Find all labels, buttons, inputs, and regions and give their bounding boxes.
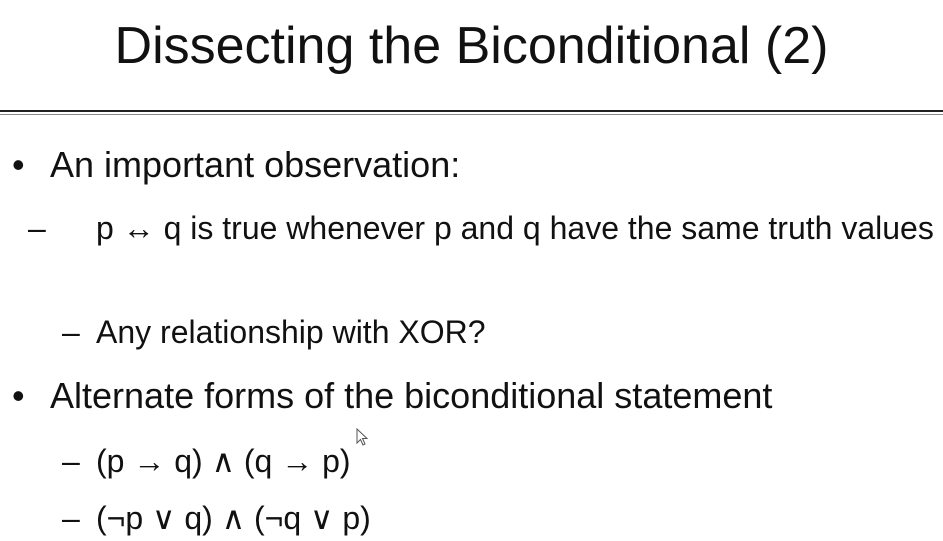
subitem-text: (¬p ∨ q) ∧ (¬q ∨ p) <box>96 500 371 536</box>
subitem-text: p ↔ q is true whenever p and q have the … <box>96 210 934 246</box>
slide-title: Dissecting the Biconditional (2) <box>114 17 829 75</box>
bullet-2-text: Alternate forms of the biconditional sta… <box>50 375 773 416</box>
bullet-1: • An important observation: <box>12 143 460 187</box>
bullet-2-subitem-1: – (p → q) ∧ (q → p) <box>62 438 351 484</box>
subitem-marker: – <box>62 314 80 350</box>
title-divider <box>0 110 943 112</box>
bullet-1-text: An important observation: <box>50 144 461 185</box>
title-divider-shadow <box>0 114 943 115</box>
bullet-2: • Alternate forms of the biconditional st… <box>12 374 772 418</box>
mouse-pointer-icon <box>356 428 368 446</box>
subitem-marker: – <box>28 210 46 246</box>
subitem-marker: – <box>62 443 80 479</box>
subitem-marker: – <box>62 500 80 536</box>
bullet-1-subitem-1: – p ↔ q is true whenever p and q have the… <box>28 205 943 251</box>
subitem-text: (p → q) ∧ (q → p) <box>96 443 351 479</box>
bullet-1-subitem-2: – Any relationship with XOR? <box>62 309 486 355</box>
bullet-2-marker: • <box>12 375 25 416</box>
bullet-1-marker: • <box>12 144 25 185</box>
slide: Dissecting the Biconditional (2) • An imp… <box>0 0 943 541</box>
subitem-text: Any relationship with XOR? <box>96 314 486 350</box>
bullet-2-subitem-2: – (¬p ∨ q) ∧ (¬q ∨ p) <box>62 495 371 541</box>
